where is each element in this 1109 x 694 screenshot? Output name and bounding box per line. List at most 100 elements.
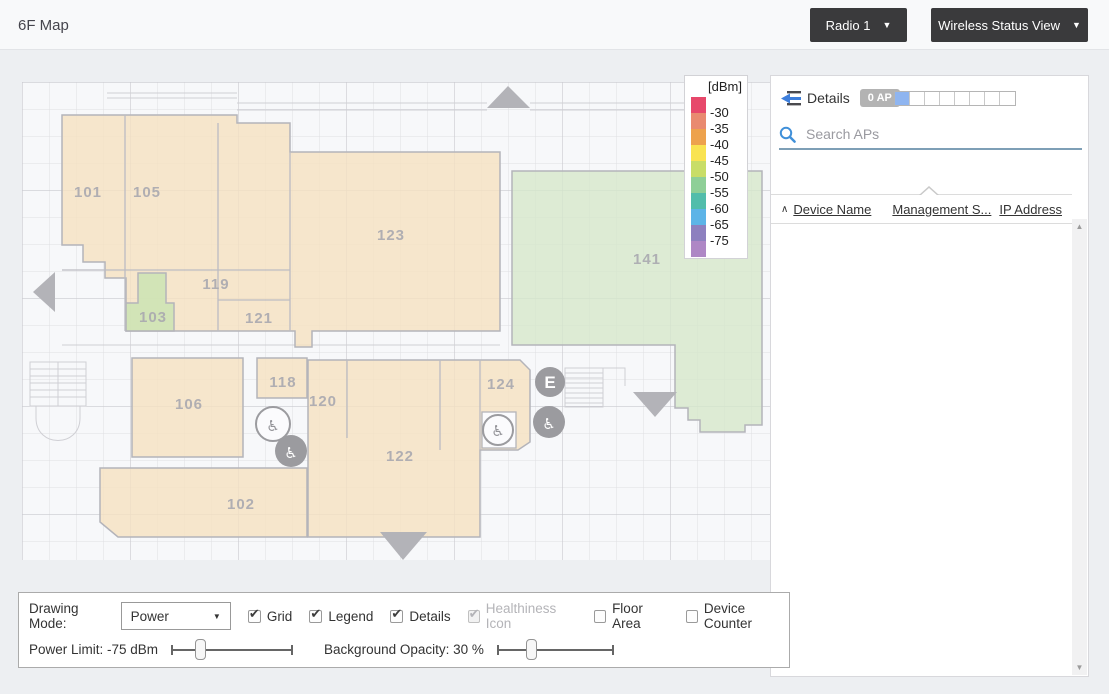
search-input[interactable] [806, 126, 1082, 142]
capacity-segment [910, 92, 925, 105]
slider-track[interactable] [497, 649, 614, 651]
capacity-segment [940, 92, 955, 105]
legend-label: -50 [710, 169, 729, 185]
room-label: 141 [633, 251, 661, 268]
search-icon [779, 126, 796, 143]
wheelchair-icon: ♿ [533, 406, 565, 438]
room-label: 120 [309, 393, 337, 410]
power-limit-slider[interactable] [171, 639, 293, 660]
top-bar: 6F Map Radio 1 ▼ Wireless Status View ▼ [0, 0, 1109, 50]
legend-swatch [691, 161, 706, 177]
slider-track[interactable] [171, 649, 293, 651]
wheelchair-icon: ♿ [483, 415, 513, 445]
legend-swatch [691, 145, 706, 161]
capacity-segment [970, 92, 985, 105]
map-controls-panel: Drawing Mode: Power ▼ ✔ Grid ✔ Legend ✔ … [18, 592, 790, 668]
svg-text:E: E [544, 373, 555, 392]
room-label: 103 [139, 309, 167, 326]
check-icon: ✔ [249, 607, 260, 622]
legend-label: -60 [710, 201, 729, 217]
column-ip-address[interactable]: IP Address [999, 202, 1062, 217]
checkbox-legend-label: Legend [328, 609, 373, 624]
details-panel: Details 0 AP ∧ Device Name Management S.… [770, 75, 1089, 677]
checkbox-device-counter-label: Device Counter [704, 601, 789, 631]
room-label: 102 [227, 496, 255, 513]
checkbox-device-counter[interactable]: Device Counter [686, 601, 789, 631]
chevron-down-icon: ▼ [213, 612, 221, 621]
legend-swatch [691, 225, 706, 241]
checkbox-grid[interactable]: ✔ Grid [248, 609, 293, 624]
checkbox-legend-box[interactable]: ✔ [309, 610, 322, 623]
slider-tick [612, 645, 614, 655]
legend-swatch [691, 241, 706, 257]
checkbox-floor-area-box[interactable] [594, 610, 606, 623]
room-label: 101 [74, 184, 102, 201]
controls-row-2: Power Limit: -75 dBm Background Opacity:… [29, 638, 614, 660]
radio-select-label: Radio 1 [826, 18, 871, 33]
details-title: Details [807, 90, 850, 106]
legend-label: -30 [710, 105, 729, 121]
checkbox-floor-area-label: Floor Area [612, 601, 669, 631]
dbm-legend: [dBm] -30 -35 -40 -45 -50 -55 -60 -65 -7… [684, 75, 748, 259]
room-label: 123 [377, 227, 405, 244]
checkbox-legend[interactable]: ✔ Legend [309, 609, 373, 624]
capacity-segment [1000, 92, 1015, 105]
checkbox-healthiness-label: Healthiness Icon [486, 601, 577, 631]
power-limit-label: Power Limit: -75 dBm [29, 642, 158, 657]
room-label: 122 [386, 448, 414, 465]
checkbox-device-counter-box[interactable] [686, 610, 698, 623]
svg-text:♿: ♿ [491, 422, 504, 440]
checkbox-details[interactable]: ✔ Details [390, 609, 450, 624]
capacity-segment [985, 92, 1000, 105]
checkbox-details-label: Details [409, 609, 450, 624]
radio-select-button[interactable]: Radio 1 ▼ [810, 8, 907, 42]
elevator-icon: E [535, 367, 565, 397]
svg-text:♿: ♿ [266, 417, 279, 435]
check-icon: ✔ [469, 607, 480, 622]
legend-label: -75 [710, 233, 729, 249]
view-select-button[interactable]: Wireless Status View ▼ [931, 8, 1088, 42]
capacity-segment-filled [895, 92, 910, 105]
legend-swatch [691, 177, 706, 193]
column-management-state[interactable]: Management S... [892, 202, 991, 217]
room-102-region[interactable] [100, 468, 307, 537]
collapse-panel-icon[interactable] [781, 91, 801, 106]
column-notch [920, 188, 938, 196]
chevron-down-icon: ▼ [882, 21, 891, 30]
checkbox-grid-box[interactable]: ✔ [248, 610, 261, 623]
column-device-name[interactable]: Device Name [793, 202, 871, 217]
legend-swatch [691, 113, 706, 129]
background-opacity-slider-handle[interactable] [526, 639, 537, 660]
background-opacity-slider[interactable] [497, 639, 614, 660]
legend-label: -40 [710, 137, 729, 153]
legend-swatch [691, 129, 706, 145]
checkbox-healthiness-box: ✔ [468, 610, 480, 623]
sort-ascending-icon: ∧ [781, 204, 788, 215]
background-opacity-label: Background Opacity: 30 % [324, 642, 484, 657]
checkbox-details-box[interactable]: ✔ [390, 610, 403, 623]
ap-list-scrollbar[interactable]: ▲ ▼ [1072, 219, 1087, 675]
drawing-mode-select[interactable]: Power ▼ [121, 602, 231, 630]
capacity-segment [955, 92, 970, 105]
legend-label: -35 [710, 121, 729, 137]
scroll-down-icon[interactable]: ▼ [1072, 660, 1087, 675]
wheelchair-icon: ♿ [256, 407, 290, 441]
view-select-label: Wireless Status View [938, 18, 1060, 33]
room-label: 105 [133, 184, 161, 201]
scroll-up-icon[interactable]: ▲ [1072, 219, 1087, 234]
svg-text:♿: ♿ [284, 444, 297, 462]
legend-swatch [691, 97, 706, 113]
legend-label: -45 [710, 153, 729, 169]
power-limit-slider-handle[interactable] [195, 639, 206, 660]
legend-labels: -30 -35 -40 -45 -50 -55 -60 -65 -75 [710, 105, 729, 249]
floor-map-canvas[interactable]: E ♿ ♿ ♿ ♿ 101 105 123 141 119 103 121 11… [22, 82, 770, 560]
check-icon: ✔ [310, 607, 321, 622]
ap-table-header: ∧ Device Name Management S... IP Address [771, 194, 1072, 224]
checkbox-healthiness-icon: ✔ Healthiness Icon [468, 601, 577, 631]
drawing-mode-label: Drawing Mode: [29, 601, 113, 631]
capacity-segment [925, 92, 940, 105]
room-label: 124 [487, 376, 515, 393]
drawing-mode-value: Power [131, 609, 169, 624]
check-icon: ✔ [391, 607, 402, 622]
checkbox-floor-area[interactable]: Floor Area [594, 601, 669, 631]
